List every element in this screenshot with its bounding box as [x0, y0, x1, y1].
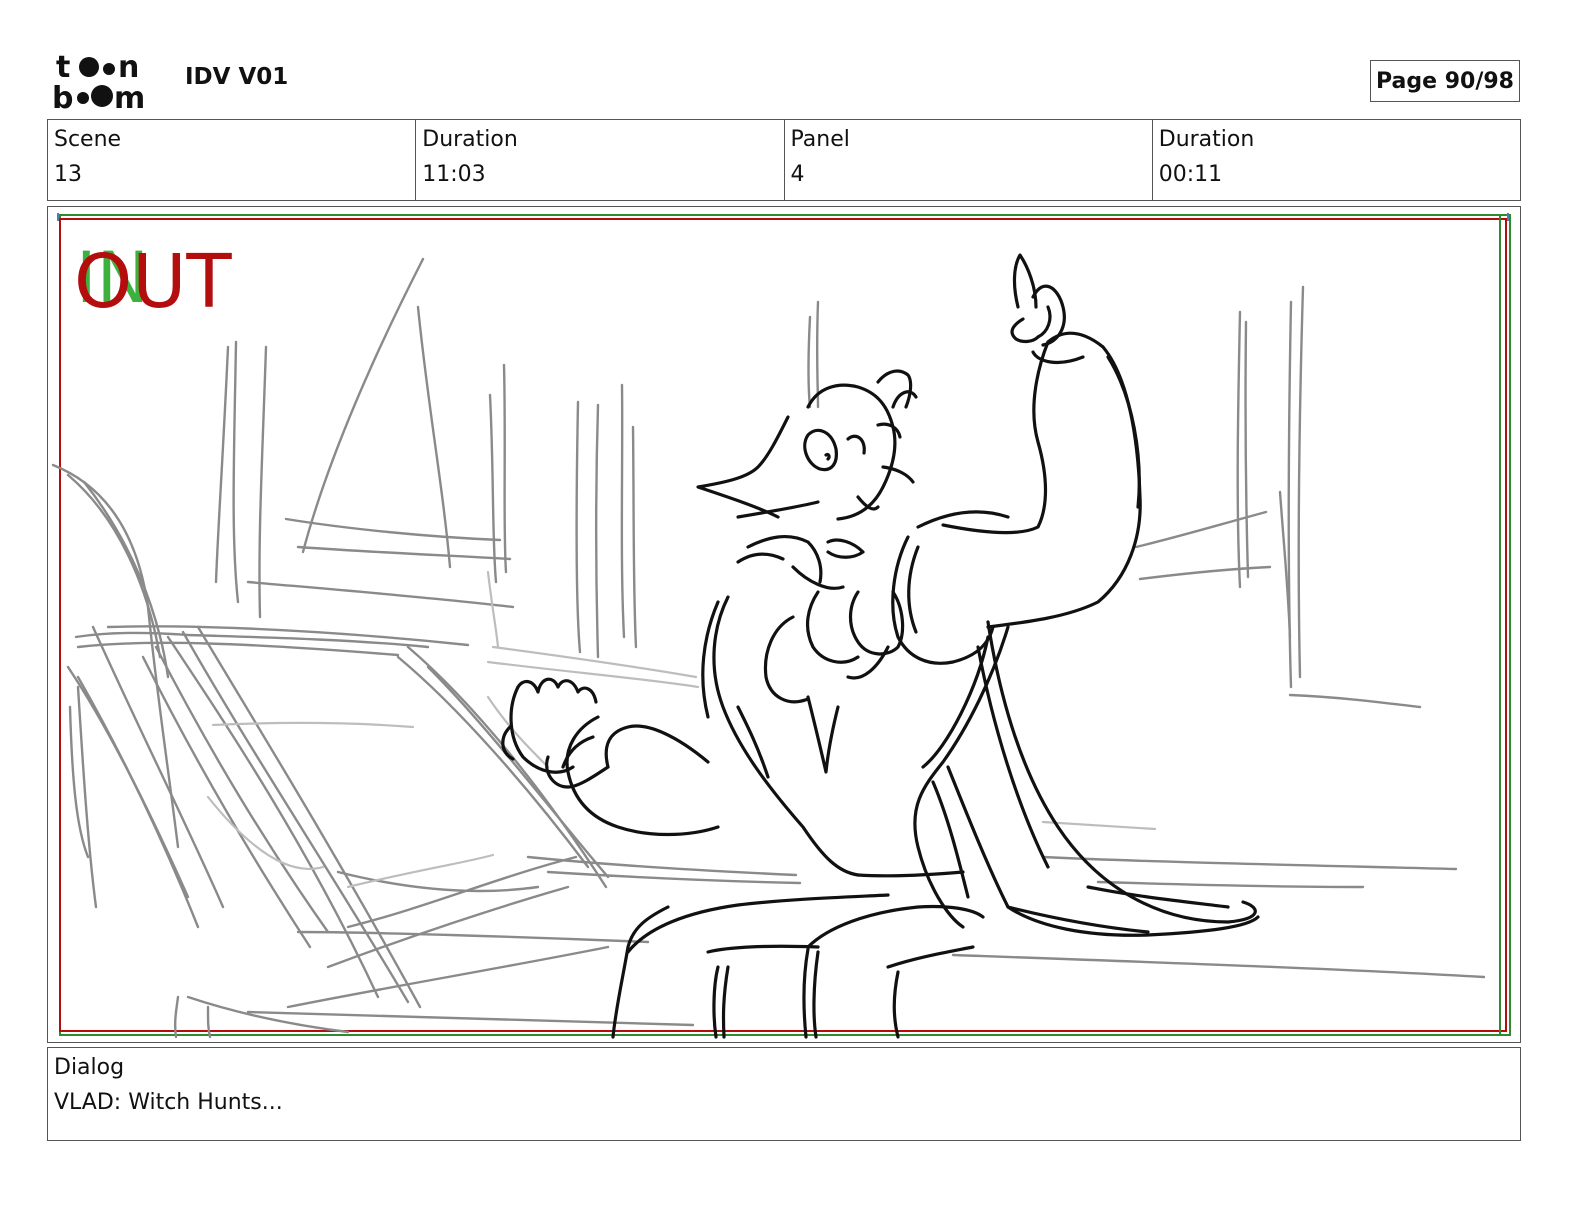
scene-label: Scene [54, 127, 122, 152]
scene-duration-label: Duration [422, 127, 518, 152]
character-sketch [501, 253, 1260, 1039]
page-number: Page 90/98 [1370, 60, 1520, 102]
dialog-label: Dialog [54, 1055, 125, 1080]
scene-cell: Scene 13 [48, 120, 417, 200]
scene-value: 13 [54, 162, 82, 187]
panel-label: Panel [790, 127, 850, 152]
panel-cell: Panel 4 [785, 120, 1153, 200]
svg-text:n: n [118, 50, 139, 85]
dialog-text: VLAD: Witch Hunts... [54, 1090, 283, 1115]
panel-sketch [51, 213, 1511, 1039]
panel-value: 4 [790, 162, 805, 187]
panel-duration-value: 00:11 [1158, 162, 1223, 187]
in-frame-guide [59, 214, 1511, 1036]
panel-info-table: Scene 13 Duration 11:03 Panel 4 Duration… [47, 119, 1521, 201]
svg-text:b: b [52, 81, 73, 112]
in-out-markers: IN OUT [74, 233, 276, 325]
svg-text:m: m [114, 81, 145, 112]
project-title: IDV V01 [185, 64, 289, 90]
storyboard-panel: IN OUT [47, 206, 1521, 1043]
scene-duration-value: 11:03 [422, 162, 486, 187]
dialog-box: Dialog VLAD: Witch Hunts... [47, 1047, 1521, 1141]
toon-boom-logo: t n b m [52, 50, 145, 112]
out-marker: OUT [74, 239, 232, 325]
panel-duration-cell: Duration 00:11 [1153, 120, 1520, 200]
svg-text:t: t [56, 50, 70, 85]
scene-duration-cell: Duration 11:03 [416, 120, 785, 200]
panel-duration-label: Duration [1158, 127, 1255, 152]
